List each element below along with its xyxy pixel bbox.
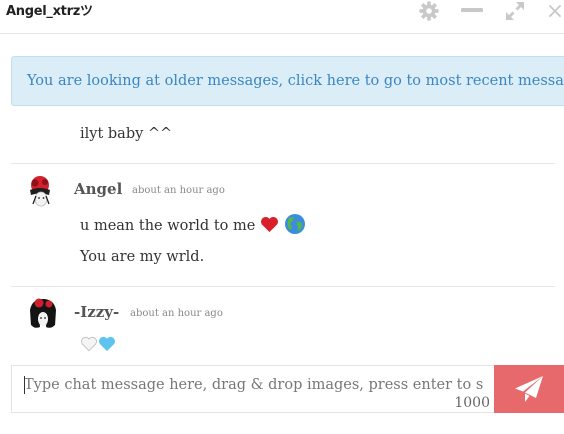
- message-timestamp: about an hour ago: [132, 185, 225, 196]
- message-text: ilyt baby ^^: [80, 126, 173, 142]
- red-heart-emoji: [260, 216, 279, 237]
- older-messages-notice[interactable]: You are looking at older messages, click…: [11, 56, 564, 106]
- gear-icon[interactable]: [416, 0, 442, 22]
- message-divider: [11, 286, 555, 287]
- author-name[interactable]: Angel: [74, 180, 122, 198]
- close-icon[interactable]: ×: [542, 0, 564, 24]
- message-text: [80, 336, 116, 356]
- message-text-content: u mean the world to me: [80, 218, 256, 234]
- text-cursor: [24, 376, 25, 394]
- chat-title: Angel_xtrzツ: [6, 4, 93, 19]
- avatar-izzy[interactable]: [26, 296, 60, 330]
- blue-heart-emoji: [98, 336, 116, 356]
- message-text: u mean the world to me: [80, 213, 306, 239]
- message-divider: [11, 163, 555, 164]
- globe-emoji: [284, 213, 306, 239]
- author-name[interactable]: -Izzy-: [74, 303, 119, 321]
- chat-header: Angel_xtrzツ ×: [0, 0, 564, 34]
- message-timestamp: about an hour ago: [130, 308, 223, 319]
- white-heart-emoji: [80, 336, 98, 356]
- message-text: You are my wrld.: [80, 249, 205, 265]
- avatar-angel[interactable]: [24, 174, 58, 208]
- chat-composer: 1000: [11, 365, 494, 413]
- expand-icon[interactable]: [502, 0, 528, 22]
- paper-plane-icon: [515, 376, 543, 402]
- send-button[interactable]: [494, 365, 564, 413]
- minimize-icon[interactable]: [459, 0, 485, 22]
- character-counter: 1000: [454, 395, 490, 411]
- chat-message-input[interactable]: [24, 374, 484, 396]
